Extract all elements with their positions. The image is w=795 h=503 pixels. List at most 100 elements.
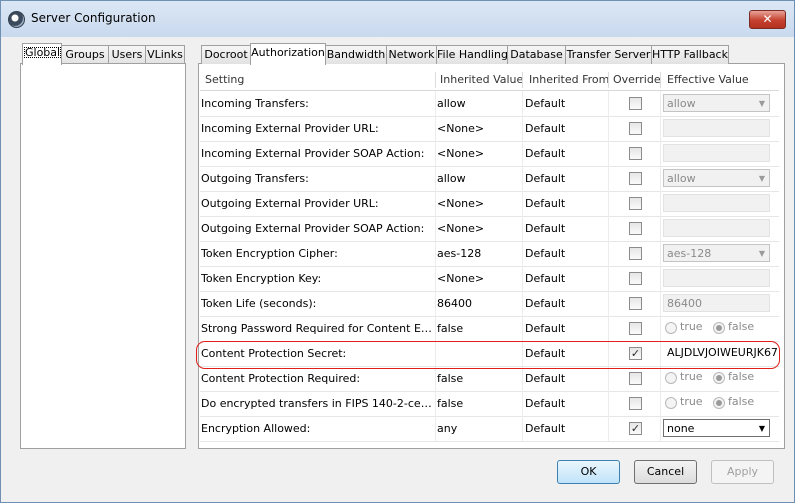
false-radio-label: false: [728, 370, 755, 383]
tab-global[interactable]: Global: [22, 43, 62, 65]
inherited-value: false: [437, 372, 464, 385]
column-header-effective-value[interactable]: Effective Value: [667, 70, 749, 90]
setting-label: Token Encryption Key:: [201, 272, 322, 285]
inherited-from: Default: [525, 147, 566, 160]
false-radio-label: false: [728, 395, 755, 408]
override-checkbox[interactable]: ✓: [629, 422, 642, 435]
setting-label: Content Protection Required:: [201, 372, 361, 385]
tab-http-fallback[interactable]: HTTP Fallback: [651, 45, 729, 64]
inherited-from: Default: [525, 297, 566, 310]
inherited-from: Default: [525, 347, 566, 360]
override-checkbox[interactable]: [629, 222, 642, 235]
cancel-button[interactable]: Cancel: [634, 460, 697, 484]
app-icon: [8, 11, 25, 28]
inherited-from: Default: [525, 397, 566, 410]
false-radio[interactable]: [713, 397, 725, 409]
override-checkbox[interactable]: [629, 172, 642, 185]
override-checkbox[interactable]: [629, 147, 642, 160]
column-header-inherited-value[interactable]: Inherited Value: [440, 70, 523, 90]
tab-authorization[interactable]: Authorization: [250, 43, 326, 65]
override-checkbox[interactable]: [629, 97, 642, 110]
false-radio[interactable]: [713, 372, 725, 384]
effective-value-text: allow: [667, 97, 696, 110]
inherited-from: Default: [525, 197, 566, 210]
table-row[interactable]: Encryption Allowed: any Default ✓ none ▼: [200, 416, 779, 442]
override-checkbox[interactable]: [629, 397, 642, 410]
inherited-value: <None>: [437, 197, 485, 210]
tab-users[interactable]: Users: [108, 45, 146, 64]
column-header-setting[interactable]: Setting: [205, 70, 244, 90]
inherited-from: Default: [525, 247, 566, 260]
effective-value-field[interactable]: 86400: [663, 294, 770, 312]
inherited-value: <None>: [437, 272, 485, 285]
table-row[interactable]: Incoming External Provider URL: <None> Def…: [200, 116, 779, 142]
table-row[interactable]: Outgoing External Provider SOAP Action: <…: [200, 216, 779, 242]
effective-value-select[interactable]: allow ▼: [663, 94, 770, 112]
effective-value-field[interactable]: [663, 269, 770, 287]
tab-transfer-server[interactable]: Transfer Server: [565, 45, 652, 64]
inherited-value: <None>: [437, 147, 485, 160]
inherited-from: Default: [525, 272, 566, 285]
effective-value-field[interactable]: [663, 144, 770, 162]
setting-label: Outgoing Transfers:: [201, 172, 309, 185]
apply-button[interactable]: Apply: [711, 460, 774, 484]
inherited-value: [437, 341, 521, 366]
inherited-from: Default: [525, 222, 566, 235]
true-radio[interactable]: [665, 397, 677, 409]
inherited-from: Default: [525, 322, 566, 335]
ok-button[interactable]: OK: [557, 460, 620, 484]
override-checkbox[interactable]: [629, 247, 642, 260]
effective-value-text: aes-128: [667, 247, 712, 260]
setting-label: Content Protection Secret:: [201, 347, 347, 360]
column-header-override[interactable]: Override: [613, 70, 661, 90]
table-row[interactable]: Do encrypted transfers in FIPS 140-2-cer…: [200, 391, 779, 417]
effective-value-field[interactable]: [663, 219, 770, 237]
table-row[interactable]: Token Encryption Key: <None> Default: [200, 266, 779, 292]
override-checkbox[interactable]: [629, 272, 642, 285]
setting-label: Outgoing External Provider URL:: [201, 197, 379, 210]
override-checkbox[interactable]: ✓: [629, 347, 642, 360]
table-row[interactable]: Incoming Transfers: allow Default allow ▼: [200, 91, 779, 117]
table-row[interactable]: Token Life (seconds): 86400 Default 86400: [200, 291, 779, 317]
tab-bandwidth[interactable]: Bandwidth: [325, 45, 387, 64]
column-header-inherited-from[interactable]: Inherited From: [529, 70, 609, 90]
false-radio[interactable]: [713, 322, 725, 334]
close-button[interactable]: ✕: [749, 10, 786, 29]
inherited-from: Default: [525, 372, 566, 385]
override-checkbox[interactable]: [629, 322, 642, 335]
setting-label: Outgoing External Provider SOAP Action:: [201, 222, 425, 235]
tab-groups[interactable]: Groups: [61, 45, 109, 64]
true-radio[interactable]: [665, 322, 677, 334]
override-checkbox[interactable]: [629, 197, 642, 210]
override-checkbox[interactable]: [629, 372, 642, 385]
true-radio-label: true: [680, 320, 703, 333]
inherited-from: Default: [525, 422, 566, 435]
override-checkbox[interactable]: [629, 122, 642, 135]
effective-value-select[interactable]: aes-128 ▼: [663, 244, 770, 262]
table-row[interactable]: Strong Password Required for Content Enc…: [200, 316, 779, 342]
effective-value-text: none: [667, 422, 695, 435]
effective-value-select[interactable]: none ▼: [663, 419, 770, 437]
tab-database[interactable]: Database: [507, 45, 566, 64]
true-radio[interactable]: [665, 372, 677, 384]
effective-value-text: allow: [667, 172, 696, 185]
table-row[interactable]: Content Protection Secret: Default ✓ ALJDLV…: [200, 341, 779, 367]
override-checkbox[interactable]: [629, 297, 642, 310]
table-row[interactable]: Content Protection Required: false Default…: [200, 366, 779, 392]
effective-value-field[interactable]: ALJDLVJOIWEURJK67: [664, 344, 778, 362]
chevron-down-icon: ▼: [758, 99, 765, 108]
effective-value-field[interactable]: [663, 119, 770, 137]
table-row[interactable]: Token Encryption Cipher: aes-128 Default ae…: [200, 241, 779, 267]
setting-label: Do encrypted transfers in FIPS 140-2-cer…: [201, 397, 433, 410]
title-bar[interactable]: Server Configuration ✕: [1, 1, 794, 37]
inherited-from: Default: [525, 97, 566, 110]
tab-file-handling[interactable]: File Handling: [436, 45, 508, 64]
effective-value-select[interactable]: allow ▼: [663, 169, 770, 187]
tab-network[interactable]: Network: [386, 45, 437, 64]
tab-docroot[interactable]: Docroot: [201, 45, 251, 64]
table-row[interactable]: Incoming External Provider SOAP Action: <…: [200, 141, 779, 167]
tab-vlinks[interactable]: VLinks: [145, 45, 185, 64]
effective-value-field[interactable]: [663, 194, 770, 212]
table-row[interactable]: Outgoing Transfers: allow Default allow ▼: [200, 166, 779, 192]
table-row[interactable]: Outgoing External Provider URL: <None> Def…: [200, 191, 779, 217]
